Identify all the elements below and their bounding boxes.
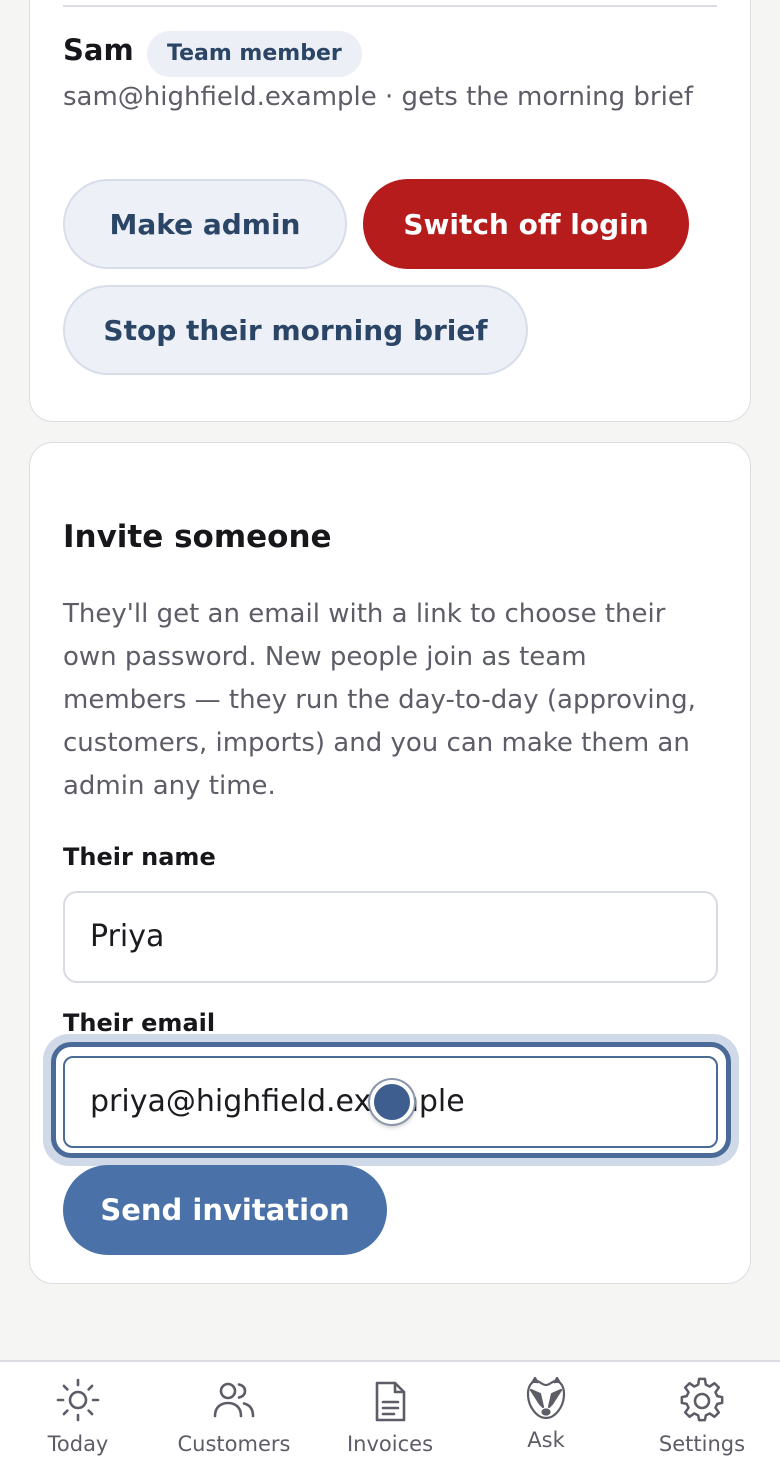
nav-label-settings: Settings — [658, 1432, 746, 1456]
nav-item-today[interactable]: Today — [0, 1362, 156, 1480]
make-admin-button[interactable]: Make admin — [63, 179, 347, 269]
name-label: Their name — [63, 843, 216, 871]
invite-description: They'll get an email with a link to choo… — [63, 599, 696, 801]
role-badge: Team member — [147, 31, 362, 77]
email-label: Their email — [63, 1009, 216, 1037]
member-name: Sam — [63, 33, 134, 67]
send-invitation-button[interactable]: Send invitation — [63, 1165, 387, 1255]
document-icon — [375, 1381, 406, 1422]
nav-item-ask[interactable]: Ask — [468, 1362, 624, 1480]
nav-label-invoices: Invoices — [346, 1432, 434, 1456]
invite-title: Invite someone — [63, 519, 332, 555]
name-input[interactable]: Priya — [63, 891, 718, 983]
bottom-nav: Today Customers Invoices Ask Settings — [0, 1360, 780, 1480]
touch-cursor-indicator — [370, 1080, 414, 1124]
nav-item-settings[interactable]: Settings — [624, 1362, 780, 1480]
nav-label-today: Today — [47, 1432, 109, 1456]
nav-item-invoices[interactable]: Invoices — [312, 1362, 468, 1480]
badger-icon — [526, 1376, 566, 1420]
sun-icon — [56, 1378, 100, 1422]
nav-item-customers[interactable]: Customers — [156, 1362, 312, 1480]
member-card: Sam Team member sam@highfield.example · … — [29, 0, 751, 422]
users-icon — [213, 1382, 255, 1418]
nav-label-customers: Customers — [177, 1432, 291, 1456]
member-email-line: sam@highfield.example · gets the morning… — [63, 82, 693, 112]
stop-morning-brief-button[interactable]: Stop their morning brief — [63, 285, 528, 375]
switch-off-login-button[interactable]: Switch off login — [363, 179, 689, 269]
invite-card: Invite someone They'll get an email with… — [29, 442, 751, 1284]
divider — [63, 5, 717, 7]
nav-label-ask: Ask — [527, 1428, 565, 1452]
gear-icon — [680, 1377, 724, 1422]
